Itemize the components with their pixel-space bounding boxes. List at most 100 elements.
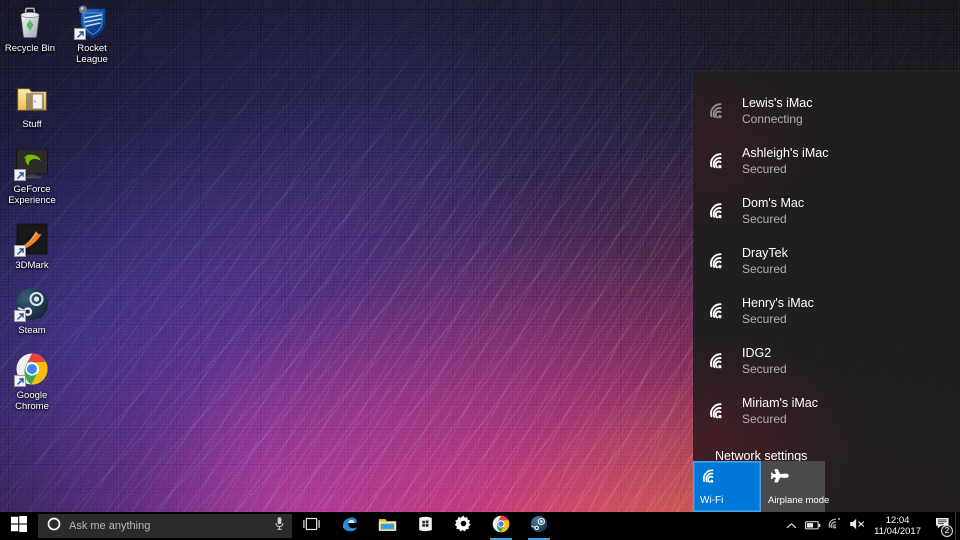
- steam-icon: [530, 515, 548, 538]
- shortcut-arrow-icon: [14, 169, 26, 181]
- action-center-button[interactable]: 2: [929, 512, 955, 540]
- network-list-item[interactable]: Ashleigh's iMac Secured: [693, 136, 960, 186]
- desktop-icon-label: 3DMark: [15, 260, 49, 271]
- network-ssid: IDG2: [742, 345, 772, 360]
- quick-tile-airplane-mode[interactable]: Airplane mode: [761, 461, 830, 512]
- wifi-tile-icon: [700, 467, 754, 489]
- rocket-league-icon: [74, 4, 110, 40]
- desktop-icon-label: Stuff: [22, 119, 42, 130]
- wifi-network-flyout[interactable]: Lewis's iMac Connecting Ashleigh's iMac …: [693, 71, 960, 512]
- network-ssid: Ashleigh's iMac: [742, 145, 829, 160]
- windows-logo-icon: [11, 515, 27, 537]
- microphone-icon[interactable]: [274, 516, 285, 536]
- desktop-icon-label: Google Chrome: [15, 390, 49, 412]
- desktop-icon-geforce-experience[interactable]: GeForce Experience: [2, 143, 62, 209]
- tray-battery[interactable]: [802, 512, 824, 540]
- wifi-signal-icon: [707, 400, 731, 422]
- taskbar-microsoft-store[interactable]: [406, 512, 444, 540]
- 3dmark-icon: [14, 221, 50, 257]
- network-list-item[interactable]: Henry's iMac Secured: [693, 286, 960, 336]
- desktop-icon-grid: Recycle Bin Rocket League Stuff GeForce …: [0, 2, 120, 425]
- shortcut-arrow-icon: [14, 375, 26, 387]
- cortana-circle-icon: [47, 517, 61, 536]
- geforce-experience-icon: [14, 145, 50, 181]
- tray-network[interactable]: [824, 512, 846, 540]
- network-list-item[interactable]: Dom's Mac Secured: [693, 186, 960, 236]
- folder-icon: [14, 80, 50, 116]
- wifi-signal-icon: [707, 250, 731, 272]
- desktop-icon-3dmark[interactable]: 3DMark: [2, 219, 62, 274]
- search-input[interactable]: Ask me anything: [38, 514, 292, 538]
- taskbar-settings[interactable]: [444, 512, 482, 540]
- show-desktop-button[interactable]: [955, 512, 960, 540]
- shortcut-arrow-icon: [14, 245, 26, 257]
- network-status: Secured: [742, 311, 787, 326]
- airplane-tile-icon: [768, 467, 818, 489]
- wifi-signal-icon: [707, 200, 731, 222]
- task-view-icon: [302, 517, 321, 536]
- network-ssid: Henry's iMac: [742, 295, 814, 310]
- search-placeholder: Ask me anything: [69, 520, 151, 532]
- desktop-icon-rocket-league[interactable]: Rocket League: [64, 2, 120, 68]
- tray-volume[interactable]: [846, 512, 868, 540]
- system-tray: 12:04 11/04/2017 2: [780, 512, 960, 540]
- desktop-icon-recycle-bin[interactable]: Recycle Bin: [2, 2, 58, 68]
- desktop-icon-google-chrome[interactable]: Google Chrome: [2, 349, 62, 415]
- show-hidden-icons-chevron[interactable]: [780, 512, 802, 540]
- network-text: DrayTek Secured: [742, 246, 788, 277]
- wifi-connecting-icon: [827, 517, 843, 536]
- quick-tile-wifi[interactable]: Wi-Fi: [693, 461, 761, 512]
- network-list-item[interactable]: Miriam's iMac Secured: [693, 386, 960, 436]
- wifi-signal-icon: [707, 300, 731, 322]
- wifi-signal-icon: [707, 100, 731, 122]
- network-ssid: DrayTek: [742, 245, 788, 260]
- battery-icon: [805, 517, 821, 535]
- file-explorer-icon: [378, 516, 397, 537]
- chrome-icon: [492, 515, 510, 538]
- network-status: Connecting: [742, 111, 803, 126]
- network-status: Secured: [742, 211, 787, 226]
- network-status: Secured: [742, 261, 787, 276]
- taskbar-task-view[interactable]: [292, 512, 330, 540]
- network-text: IDG2 Secured: [742, 346, 787, 377]
- network-ssid: Dom's Mac: [742, 195, 805, 210]
- desktop-icon-stuff[interactable]: Stuff: [2, 78, 62, 133]
- taskbar-steam[interactable]: [520, 512, 558, 540]
- network-list-item[interactable]: IDG2 Secured: [693, 336, 960, 386]
- network-list-item[interactable]: Lewis's iMac Connecting: [693, 86, 960, 136]
- desktop-icon-label: Rocket League: [76, 43, 108, 65]
- notification-badge: 2: [941, 525, 953, 537]
- network-text: Dom's Mac Secured: [742, 196, 804, 227]
- start-button[interactable]: [0, 512, 38, 540]
- network-text: Henry's iMac Secured: [742, 296, 814, 327]
- network-status: Secured: [742, 411, 787, 426]
- taskbar: Ask me anything 12:04 11/04/2017 2: [0, 512, 960, 540]
- speaker-muted-icon: [849, 517, 866, 536]
- taskbar-google-chrome[interactable]: [482, 512, 520, 540]
- clock[interactable]: 12:04 11/04/2017: [868, 512, 929, 540]
- shortcut-arrow-icon: [14, 310, 26, 322]
- network-text: Ashleigh's iMac Secured: [742, 146, 828, 177]
- quick-tile-label: Wi-Fi: [700, 495, 724, 506]
- network-status: Secured: [742, 161, 787, 176]
- steam-icon: [14, 286, 50, 322]
- network-list-item[interactable]: DrayTek Secured: [693, 236, 960, 286]
- wifi-signal-icon: [707, 150, 731, 172]
- network-text: Lewis's iMac Connecting: [742, 96, 812, 127]
- network-list: Lewis's iMac Connecting Ashleigh's iMac …: [693, 71, 960, 436]
- desktop-icon-label: Recycle Bin: [4, 43, 56, 54]
- chrome-icon: [14, 351, 50, 387]
- desktop-icon-row-top: Recycle Bin Rocket League: [0, 2, 120, 78]
- taskbar-microsoft-edge[interactable]: [330, 512, 368, 540]
- network-text: Miriam's iMac Secured: [742, 396, 818, 427]
- taskbar-file-explorer[interactable]: [368, 512, 406, 540]
- edge-icon: [340, 514, 359, 538]
- wifi-signal-icon: [707, 350, 731, 372]
- network-ssid: Miriam's iMac: [742, 395, 818, 410]
- quick-tile-label: Airplane mode: [768, 495, 830, 506]
- desktop-icon-label: GeForce Experience: [8, 184, 56, 206]
- chevron-up-icon: [786, 517, 797, 535]
- desktop-icon-steam[interactable]: Steam: [2, 284, 62, 339]
- gear-icon: [454, 515, 472, 537]
- clock-time: 12:04: [885, 515, 910, 526]
